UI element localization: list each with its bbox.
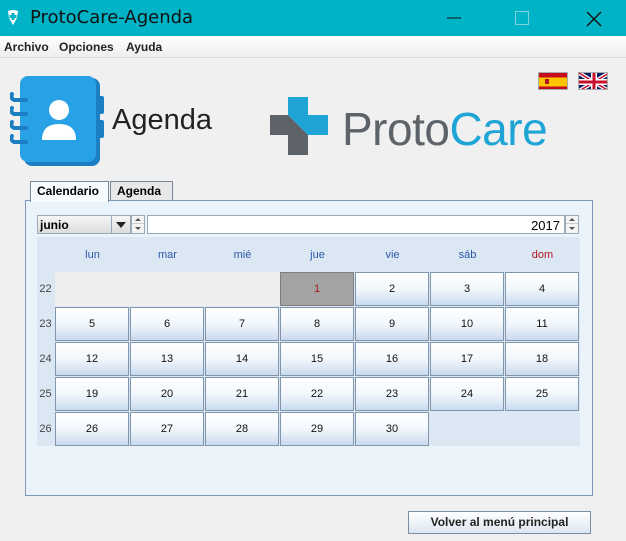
app-icon [8,10,18,25]
day-cell[interactable]: 1 [280,272,354,306]
day-header: mar [158,249,177,261]
day-cell[interactable]: 19 [55,377,129,411]
day-cell[interactable]: 7 [205,307,279,341]
day-cell[interactable]: 4 [505,272,579,306]
tab-calendario[interactable]: Calendario [30,181,109,202]
agenda-title: Agenda [112,104,212,136]
back-to-main-menu-button[interactable]: Volver al menú principal [408,511,591,534]
maximize-button[interactable] [500,0,546,36]
day-cell[interactable]: 23 [355,377,429,411]
window-title: ProtoCare-Agenda [30,7,194,28]
close-button[interactable] [571,0,617,36]
day-cell[interactable]: 20 [130,377,204,411]
day-cell[interactable]: 24 [430,377,504,411]
day-cell[interactable]: 13 [130,342,204,376]
day-cell[interactable]: 27 [130,412,204,446]
day-header: dom [531,249,554,261]
day-cell[interactable]: 15 [280,342,354,376]
day-cell[interactable]: 3 [430,272,504,306]
day-cell[interactable]: 25 [505,377,579,411]
brand-proto: Proto [342,103,450,155]
week-number: 25 [39,388,52,400]
menu-archivo[interactable]: Archivo [4,40,49,54]
day-cell[interactable]: 30 [355,412,429,446]
calendar-grid: lun mar mié jue vie sáb dom 22 1 2 3 4 23 5 6 7 8 9 10 11 24… [37,237,580,446]
chevron-down-icon[interactable] [111,216,130,233]
title-bar: ProtoCare-Agenda [0,0,626,36]
year-field[interactable]: 2017 [147,215,565,234]
spinner-down-icon[interactable] [132,225,144,233]
spanish-flag-icon[interactable] [538,72,568,90]
day-cell[interactable]: 5 [55,307,129,341]
day-cell[interactable]: 12 [55,342,129,376]
day-cell[interactable]: 9 [355,307,429,341]
week-number: 24 [39,353,52,365]
tab-agenda[interactable]: Agenda [110,181,173,201]
day-cell[interactable]: 11 [505,307,579,341]
protocare-cross-logo [270,97,328,155]
day-cell[interactable]: 26 [55,412,129,446]
week-number: 22 [39,283,52,295]
month-spinner[interactable] [131,215,145,234]
day-header: lun [85,249,100,261]
spinner-up-icon[interactable] [566,216,578,224]
year-value: 2017 [531,218,560,233]
week-number: 23 [39,318,52,330]
minimize-button[interactable] [432,0,478,36]
day-cell[interactable]: 18 [505,342,579,376]
day-cell[interactable]: 29 [280,412,354,446]
day-cell[interactable]: 16 [355,342,429,376]
maximize-icon [515,11,529,25]
menu-ayuda[interactable]: Ayuda [126,40,162,54]
protocare-brand-text: ProtoCare [342,101,548,157]
day-cell[interactable]: 6 [130,307,204,341]
day-cell[interactable]: 28 [205,412,279,446]
day-cell[interactable]: 21 [205,377,279,411]
uk-flag-icon[interactable] [578,72,608,90]
day-cell[interactable]: 17 [430,342,504,376]
month-dropdown[interactable]: junio [37,215,131,234]
year-spinner[interactable] [565,215,579,234]
day-cell[interactable]: 10 [430,307,504,341]
month-value: junio [40,218,69,232]
spinner-up-icon[interactable] [132,216,144,224]
spinner-down-icon[interactable] [566,225,578,233]
week-number: 26 [39,423,52,435]
day-header: vie [385,249,400,261]
day-cell[interactable]: 14 [205,342,279,376]
blank-days [55,272,280,306]
day-cell[interactable]: 8 [280,307,354,341]
day-header: jue [310,249,325,261]
day-header: mié [233,249,252,261]
minimize-icon [447,17,461,19]
day-cell[interactable]: 2 [355,272,429,306]
menu-bar: Archivo Opciones Ayuda [0,36,626,58]
day-cell[interactable]: 22 [280,377,354,411]
menu-opciones[interactable]: Opciones [59,40,114,54]
close-icon [586,11,602,27]
address-book-icon [10,76,104,166]
day-header: sáb [458,249,477,261]
brand-care: Care [449,103,548,155]
